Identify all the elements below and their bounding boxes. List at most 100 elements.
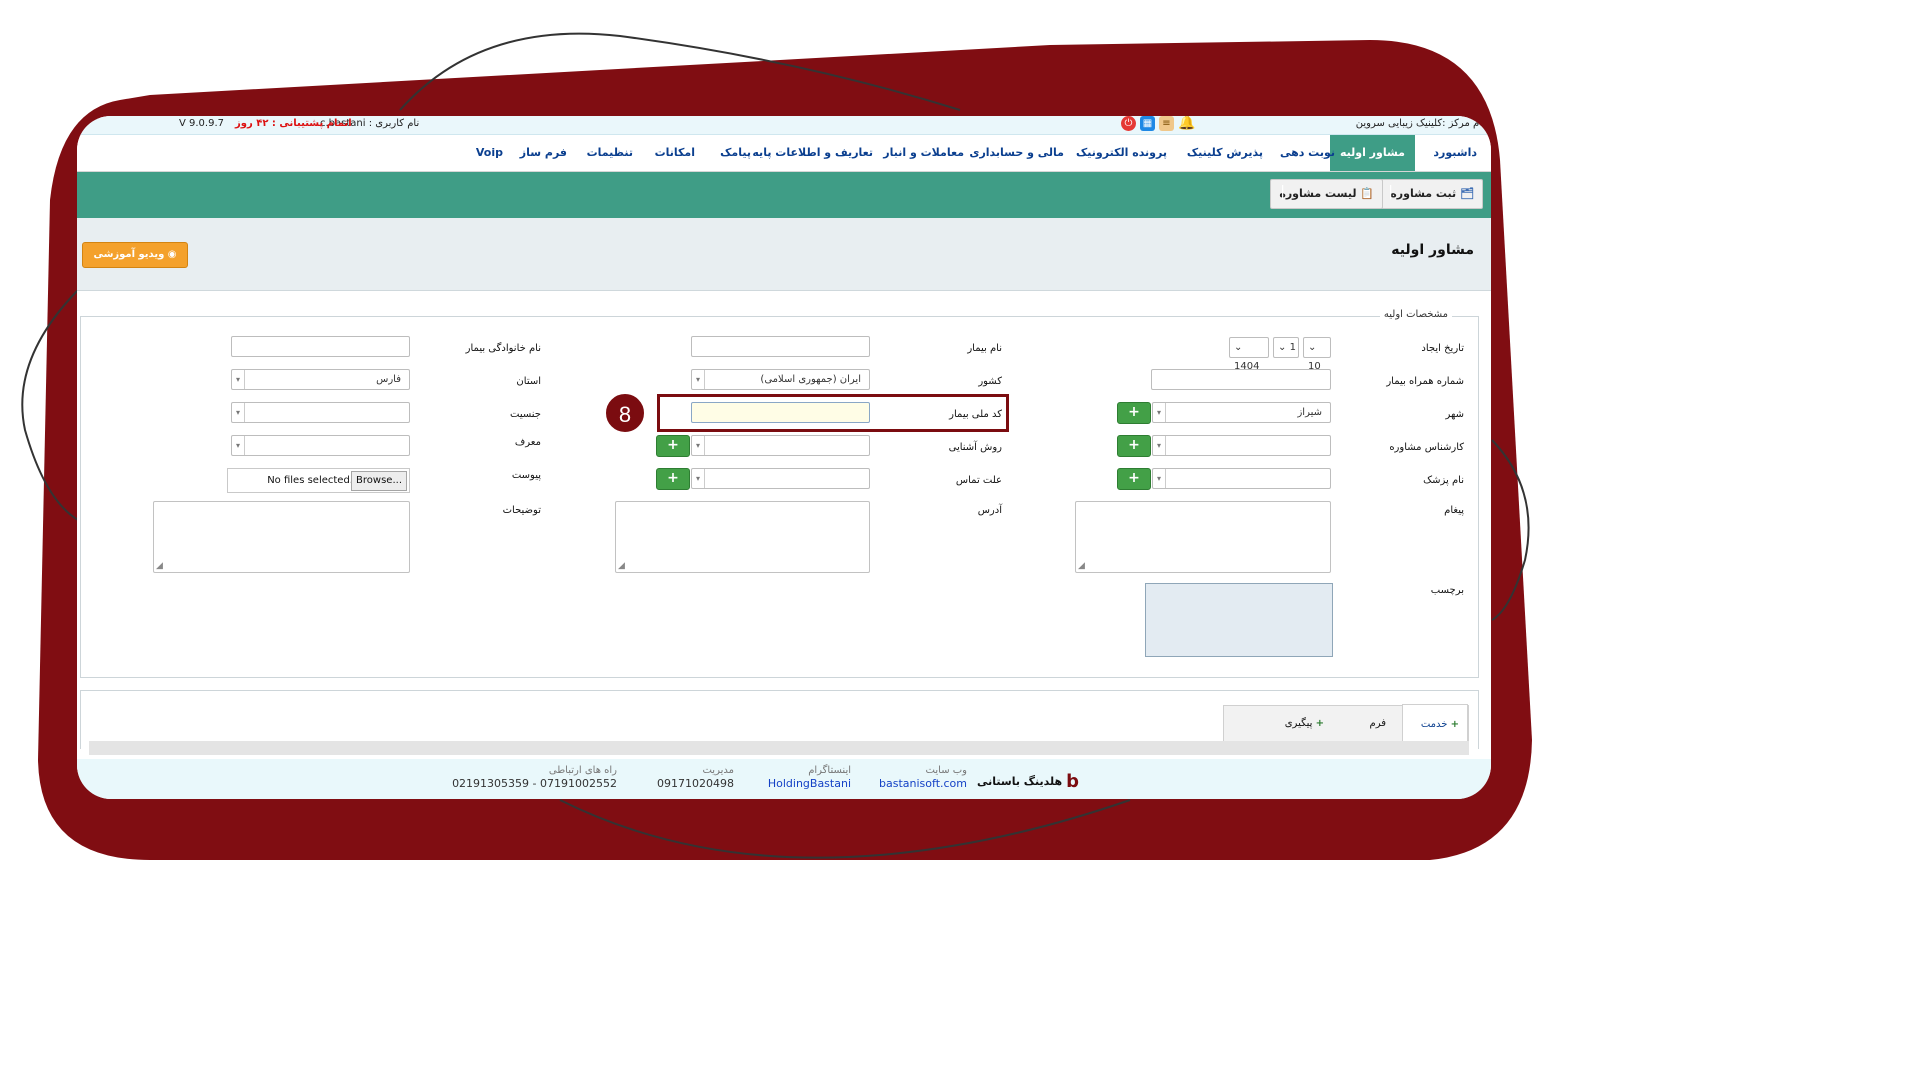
created-date-label: تاریخ ایجاد <box>1421 343 1464 354</box>
menu-dashboard[interactable]: داشبورد <box>1433 146 1477 159</box>
referrer-label: معرف <box>514 437 541 448</box>
toolbar-separator: | <box>1280 184 1285 200</box>
menu-sms[interactable]: پیامک <box>720 146 751 159</box>
attachment-label: پیوست <box>511 470 541 481</box>
top-icons: ⏻ ▦ ≡ 🔔 <box>1121 116 1195 131</box>
power-icon[interactable]: ⏻ <box>1121 116 1136 131</box>
consultant-label: کارشناس مشاوره <box>1389 442 1464 453</box>
website-link[interactable]: bastanisoft.com <box>879 777 967 790</box>
notes-label: توضیحات <box>502 505 541 516</box>
instagram-link[interactable]: HoldingBastani <box>768 777 851 790</box>
toolbar-separator: | <box>1388 184 1393 200</box>
footer-manager: مدیریت 09171020498 <box>657 765 734 790</box>
notes-textarea[interactable]: ◢ <box>153 501 410 573</box>
family-name-label: نام خانوادگی بیمار <box>465 343 541 354</box>
address-textarea[interactable]: ◢ <box>615 501 870 573</box>
tab-form[interactable]: فرم <box>1370 718 1387 729</box>
notes-icon[interactable]: ≡ <box>1159 116 1174 131</box>
calendar-icon[interactable]: ▦ <box>1140 116 1155 131</box>
app-screen: نام مرکز :کلینیک زیبایی سروین ⏻ ▦ ≡ 🔔 نا… <box>77 116 1491 799</box>
menu-trades-warehouse[interactable]: معاملات و انبار <box>883 146 964 159</box>
day-select[interactable]: ⌄ 10 <box>1303 337 1331 372</box>
footer-contacts: راه های ارتباطی 07191002552 - 0219130535… <box>452 765 617 790</box>
menu-settings[interactable]: تنظیمات <box>587 146 633 159</box>
menu-finance[interactable]: مالی و حسابداری <box>969 146 1064 159</box>
patient-name-label: نام بیمار <box>967 343 1002 354</box>
menu-form-builder[interactable]: فرم ساز <box>520 146 567 159</box>
tag-label: برچسب <box>1430 585 1464 596</box>
consultant-select[interactable]: ▾ <box>1152 435 1331 456</box>
browse-button[interactable]: Browse... <box>351 471 407 491</box>
province-label: استان <box>516 376 541 387</box>
doctor-label: نام پزشک <box>1423 475 1464 486</box>
gender-label: جنسیت <box>510 409 541 420</box>
menu-initial-consultant[interactable]: مشاور اولیه <box>1329 135 1415 171</box>
top-info-bar: نام مرکز :کلینیک زیبایی سروین ⏻ ▦ ≡ 🔔 نا… <box>77 116 1491 135</box>
tab-strip: + خدمت فرم + پیگیری <box>1223 704 1469 745</box>
add-consultant-button[interactable]: + <box>1117 435 1151 457</box>
footer-brand: b هلدینگ باستانی <box>977 771 1080 792</box>
footer-website: وب سایت bastanisoft.com <box>879 765 967 790</box>
plus-icon: + <box>1315 718 1324 729</box>
plus-icon: + <box>1450 719 1459 730</box>
family-name-input[interactable] <box>231 336 410 357</box>
message-label: پیغام <box>1444 505 1464 516</box>
clipboard-icon: 📋 <box>1360 187 1374 200</box>
referrer-select[interactable]: ▾ <box>231 435 410 456</box>
divider-bar <box>89 741 1469 755</box>
consult-list-button[interactable]: 📋 لیست مشاوره <box>1270 179 1383 209</box>
patient-mobile-label: شماره همراه بیمار <box>1386 376 1464 387</box>
city-select[interactable]: ▾ شیراز <box>1152 402 1331 423</box>
menu-voip[interactable]: Voip <box>476 146 503 159</box>
brand-logo-icon: b <box>1066 771 1080 792</box>
page-title: مشاور اولیه <box>1391 242 1474 258</box>
fieldset-legend: مشخصات اولیه <box>1379 309 1452 320</box>
acquaintance-label: روش آشنایی <box>948 442 1002 453</box>
doctor-select[interactable]: ▾ <box>1152 468 1331 489</box>
menu-definitions[interactable]: تعاریف و اطلاعات پایه <box>752 146 873 159</box>
country-select[interactable]: ▾ ایران (جمهوری اسلامی) <box>691 369 870 390</box>
contact-reason-select[interactable]: ▾ <box>691 468 870 489</box>
message-textarea[interactable]: ◢ <box>1075 501 1331 573</box>
support-remaining: اتمام پشتیبانی : ۴۲ روز <box>235 118 352 129</box>
bell-icon[interactable]: 🔔 <box>1178 116 1195 131</box>
year-select[interactable]: ⌄ 1404 <box>1229 337 1269 372</box>
menu-clinic-admission[interactable]: پذیرش کلینیک <box>1187 146 1263 159</box>
patient-info-fieldset: مشخصات اولیه تاریخ ایجاد ⌄ 10 ⌄ 1 ⌄ 1404… <box>80 309 1479 678</box>
month-select[interactable]: ⌄ 1 <box>1273 337 1299 358</box>
callout-number: 8 <box>604 392 646 434</box>
callout-highlight <box>657 394 1009 432</box>
gender-select[interactable]: ▾ <box>231 402 410 423</box>
video-tutorial-button[interactable]: ◉ ویدیو آموزشی <box>82 242 188 268</box>
menu-electronic-file[interactable]: پرونده الکترونیک <box>1076 146 1167 159</box>
version: V 9.0.9.7 <box>179 118 225 129</box>
add-city-button[interactable]: + <box>1117 402 1151 424</box>
city-label: شهر <box>1445 409 1464 420</box>
patient-mobile-input[interactable] <box>1151 369 1331 390</box>
file-upload[interactable]: No files selected. Browse... <box>227 468 410 493</box>
add-doctor-button[interactable]: + <box>1117 468 1151 490</box>
file-status: No files selected. <box>267 475 353 486</box>
play-icon: ◉ <box>167 249 177 260</box>
page-header: مشاور اولیه ◉ ویدیو آموزشی <box>77 218 1491 291</box>
acquaintance-select[interactable]: ▾ <box>691 435 870 456</box>
patient-name-input[interactable] <box>691 336 870 357</box>
center-name: نام مرکز :کلینیک زیبایی سروین <box>1355 118 1485 129</box>
action-toolbar: 🗂 ثبت مشاوره | 📋 لیست مشاوره | <box>77 172 1491 218</box>
register-consult-button[interactable]: 🗂 ثبت مشاوره <box>1381 179 1483 209</box>
add-acquaintance-button[interactable]: + <box>656 435 690 457</box>
footer-instagram: اینستاگرام HoldingBastani <box>767 765 851 790</box>
menu-appointments[interactable]: نوبت دهی <box>1280 146 1335 159</box>
register-icon: 🗂 <box>1460 187 1474 200</box>
menu-features[interactable]: امکانات <box>655 146 695 159</box>
tag-box[interactable] <box>1145 583 1333 657</box>
country-label: کشور <box>978 376 1002 387</box>
tab-service-label: + خدمت <box>1420 719 1459 730</box>
province-select[interactable]: ▾ فارس <box>231 369 410 390</box>
footer: b هلدینگ باستانی وب سایت bastanisoft.com… <box>77 759 1491 799</box>
add-contact-reason-button[interactable]: + <box>656 468 690 490</box>
tab-followup[interactable]: + پیگیری <box>1285 718 1324 729</box>
main-menu: داشبورد مشاور اولیه نوبت دهی پذیرش کلینی… <box>77 135 1491 172</box>
tab-service[interactable]: + خدمت <box>1402 704 1468 745</box>
address-label: آدرس <box>977 505 1002 516</box>
